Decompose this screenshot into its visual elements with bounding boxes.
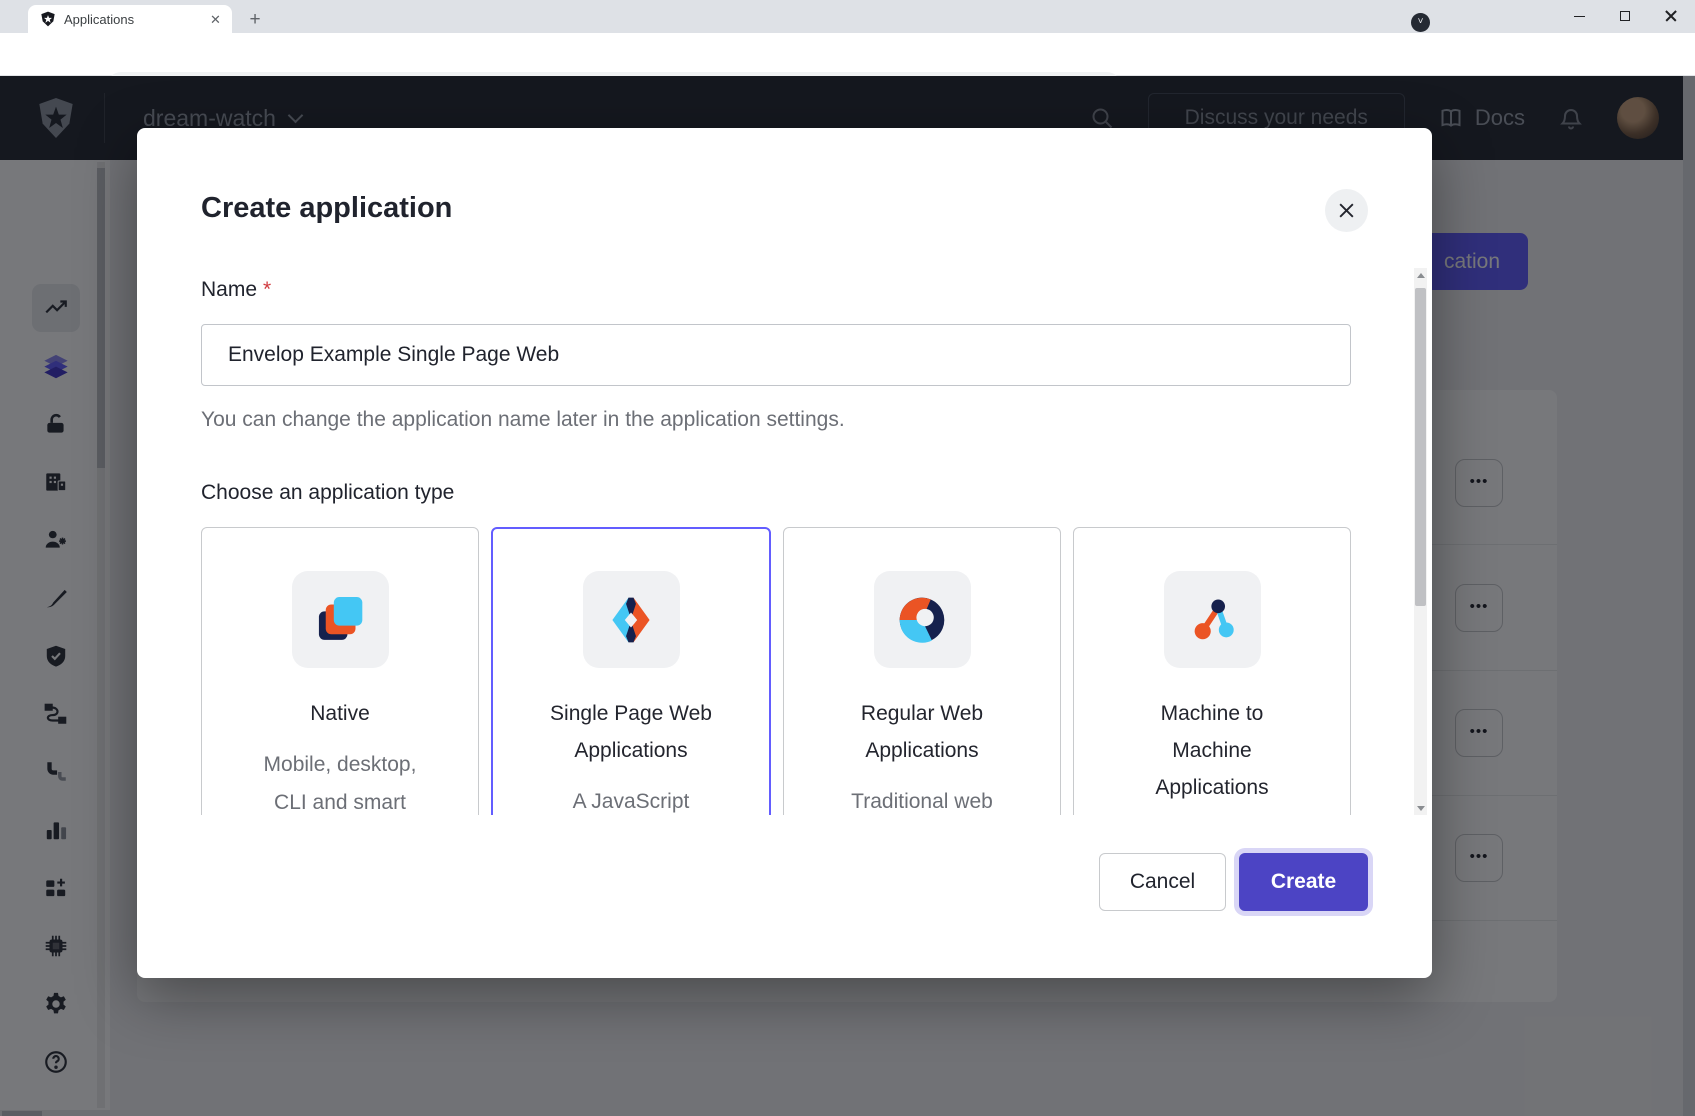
card-single-page-web[interactable]: Single Page Web Applications A JavaScrip… [491, 527, 771, 815]
card-regular-web[interactable]: Regular Web Applications Traditional web [783, 527, 1061, 815]
tab-close-icon[interactable]: ✕ [207, 11, 224, 28]
application-type-label: Choose an application type [201, 481, 454, 505]
scroll-up-arrow-icon[interactable] [1414, 268, 1427, 282]
card-title: Regular Web Applications [784, 695, 1060, 769]
window-minimize-button[interactable] [1556, 0, 1602, 32]
scroll-down-arrow-icon[interactable] [1414, 801, 1427, 815]
m2m-icon [1164, 571, 1261, 668]
modal-title: Create application [201, 192, 452, 225]
modal-scrollbar[interactable] [1414, 268, 1427, 815]
card-description: Traditional web [784, 783, 1060, 815]
browser-toolbar: ← → ⟳ manage.auth0.com/dashboard/eu/drea… [0, 33, 1695, 76]
browser-tab-applications[interactable]: Applications ✕ [28, 5, 232, 33]
cancel-button[interactable]: Cancel [1099, 853, 1226, 911]
auth0-favicon-icon [40, 11, 56, 27]
close-icon [1337, 201, 1356, 220]
application-type-cards: Native Mobile, desktop, CLI and smart Si… [201, 527, 1351, 815]
tab-search-button[interactable]: ˅ [1411, 13, 1430, 32]
card-native[interactable]: Native Mobile, desktop, CLI and smart [201, 527, 479, 815]
create-application-modal: Create application Name* You can change … [137, 128, 1432, 978]
browser-tab-strip: Applications ✕ + ˅ [0, 0, 1695, 33]
window-close-button[interactable] [1648, 0, 1694, 32]
required-marker: * [263, 278, 271, 301]
card-machine-to-machine[interactable]: Machine to Machine Applications [1073, 527, 1351, 815]
card-description: Mobile, desktop, CLI and smart [202, 746, 478, 815]
modal-close-button[interactable] [1325, 189, 1368, 232]
card-description: A JavaScript [493, 783, 769, 815]
regular-web-icon [874, 571, 971, 668]
tab-title: Applications [64, 12, 207, 27]
application-name-input[interactable] [201, 324, 1351, 386]
create-button[interactable]: Create [1239, 853, 1368, 911]
screen: Applications ✕ + ˅ ← → ⟳ manage.auth0.co… [0, 0, 1695, 1116]
card-title: Single Page Web Applications [493, 695, 769, 769]
new-tab-button[interactable]: + [242, 7, 268, 33]
window-maximize-button[interactable] [1602, 0, 1648, 32]
modal-scrollbar-thumb[interactable] [1415, 288, 1426, 606]
name-label: Name* [201, 278, 271, 302]
name-helper-text: You can change the application name late… [201, 408, 845, 432]
spa-icon [583, 571, 680, 668]
native-icon [292, 571, 389, 668]
card-title: Native [202, 695, 478, 732]
card-title: Machine to Machine Applications [1074, 695, 1350, 806]
